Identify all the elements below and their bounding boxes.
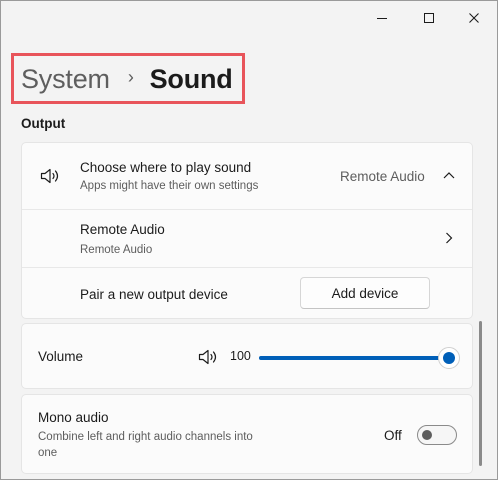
device-title: Remote Audio	[80, 222, 165, 237]
page-title: Sound	[149, 63, 233, 94]
selected-output-device: Remote Audio	[340, 169, 425, 184]
choose-output-device-row[interactable]: Choose where to play sound Apps might ha…	[22, 143, 472, 209]
minimize-button[interactable]	[359, 1, 405, 35]
maximize-icon	[424, 13, 434, 23]
volume-slider-thumb-dot	[443, 352, 455, 364]
toggle-knob	[422, 430, 432, 440]
chevron-up-icon[interactable]	[443, 171, 455, 179]
maximize-button[interactable]	[406, 1, 452, 35]
choose-device-title: Choose where to play sound	[80, 160, 252, 175]
settings-window: System › Sound Output Choose where to pl…	[0, 0, 498, 480]
scrollbar[interactable]	[479, 321, 482, 466]
device-subtitle: Remote Audio	[80, 244, 153, 256]
mono-audio-card: Mono audio Combine left and right audio …	[21, 394, 473, 474]
volume-slider-thumb[interactable]	[438, 347, 460, 369]
output-card: Choose where to play sound Apps might ha…	[21, 142, 473, 319]
mono-audio-subtitle-line2: one	[38, 447, 58, 459]
choose-device-subtitle: Apps might have their own settings	[80, 180, 259, 192]
close-button[interactable]	[451, 1, 497, 35]
volume-slider-fill	[259, 356, 449, 360]
mono-audio-subtitle-line1: Combine left and right audio channels in…	[38, 431, 253, 443]
pair-device-label: Pair a new output device	[80, 287, 228, 302]
output-section-title: Output	[21, 116, 66, 131]
volume-value: 100	[230, 349, 251, 363]
minimize-icon	[377, 18, 387, 19]
breadcrumb-separator-icon: ›	[127, 66, 134, 87]
volume-slider-track[interactable]	[259, 356, 449, 360]
output-device-remote-audio[interactable]: Remote Audio Remote Audio	[22, 210, 472, 267]
speaker-icon	[40, 168, 59, 184]
close-icon	[469, 13, 479, 23]
volume-label: Volume	[38, 349, 84, 364]
volume-card: Volume 100	[21, 323, 473, 389]
breadcrumb-system-link[interactable]: System	[21, 64, 110, 95]
speaker-icon[interactable]	[198, 348, 220, 366]
chevron-right-icon	[446, 232, 453, 244]
mono-audio-state-label: Off	[384, 428, 402, 443]
mono-audio-toggle[interactable]	[417, 425, 457, 445]
breadcrumb: System › Sound	[21, 59, 233, 99]
mono-audio-title: Mono audio	[38, 410, 109, 425]
add-device-button[interactable]: Add device	[300, 277, 430, 309]
